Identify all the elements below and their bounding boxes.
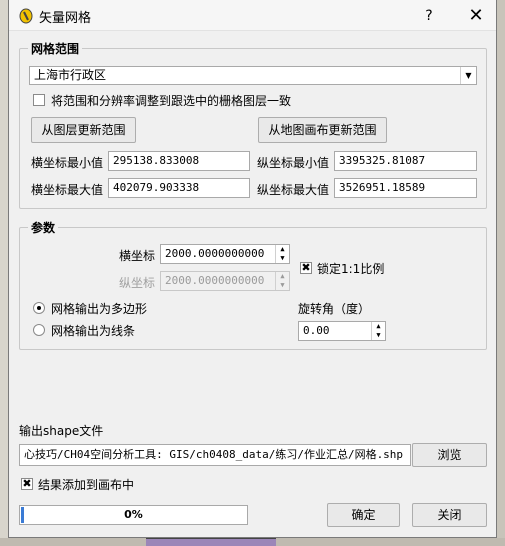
screen: 矢量网格 ? ✕ 网格范围 上海市行政区 ▼ 将范围和分辨率调整到跟选中的栅格图… (0, 0, 505, 546)
ymax-field[interactable]: 3526951.18589 (334, 178, 477, 198)
ymin-label: 纵坐标最小值 (257, 156, 330, 170)
xmax-label: 横坐标最大值 (31, 183, 104, 197)
ok-button[interactable]: 确定 (327, 503, 400, 527)
rotation-value: 0.00 (303, 324, 330, 337)
output-label: 输出shape文件 (19, 424, 104, 438)
spin-up-icon[interactable]: ▲ (372, 322, 385, 331)
extent-group-title: 网格范围 (28, 40, 83, 57)
match-raster-label: 将范围和分辨率调整到跟选中的栅格图层一致 (51, 94, 292, 108)
y-spacing-spinbox: 2000.0000000000 ▲ ▼ (160, 271, 290, 291)
progress-bar: 0% (19, 505, 248, 525)
rotation-spinbox[interactable]: 0.00 ▲ ▼ (298, 321, 386, 341)
spin-up-icon[interactable]: ▲ (276, 245, 289, 254)
update-from-layer-button[interactable]: 从图层更新范围 (31, 117, 136, 143)
x-spacing-spinbox[interactable]: 2000.0000000000 ▲ ▼ (160, 244, 290, 264)
radio-selected-dot (37, 306, 41, 310)
ymax-label: 纵坐标最大值 (257, 183, 330, 197)
x-spacing-label: 横坐标 (119, 249, 156, 263)
extent-group: 网格范围 上海市行政区 ▼ 将范围和分辨率调整到跟选中的栅格图层一致 从图层更新… (19, 40, 487, 209)
lock-ratio-checkbox[interactable]: ✖ (300, 262, 312, 274)
spin-down-icon: ▼ (280, 281, 285, 289)
layer-combo[interactable]: 上海市行政区 ▼ (29, 66, 477, 85)
xmin-label: 横坐标最小值 (31, 156, 104, 170)
update-from-canvas-button[interactable]: 从地图画布更新范围 (258, 117, 387, 143)
parameters-group-title: 参数 (28, 219, 59, 236)
output-line-radio[interactable] (33, 324, 45, 336)
spin-down-icon[interactable]: ▼ (372, 331, 385, 340)
spin-down-icon[interactable]: ▼ (276, 254, 289, 263)
xmax-field[interactable]: 402079.903338 (108, 178, 250, 198)
title-bar: 矢量网格 ? ✕ (9, 0, 496, 31)
close-dialog-button[interactable]: 关闭 (412, 503, 487, 527)
output-line-label: 网格输出为线条 (51, 324, 136, 338)
y-spacing-spin-arrows: ▲ ▼ (275, 272, 289, 290)
lock-ratio-label: 锁定1:1比例 (317, 262, 385, 276)
help-button[interactable]: ? (414, 4, 444, 28)
x-spacing-spin-arrows[interactable]: ▲ ▼ (275, 245, 289, 263)
background-left (0, 0, 8, 546)
window-title: 矢量网格 (39, 11, 92, 26)
output-polygon-radio[interactable] (33, 302, 45, 314)
parameters-group: 参数 横坐标 2000.0000000000 ▲ ▼ ✖ 锁定1:1比例 纵坐标… (19, 219, 487, 350)
add-to-canvas-checkbox[interactable]: ✖ (21, 478, 33, 490)
spin-up-icon: ▲ (280, 272, 285, 280)
y-spacing-label: 纵坐标 (119, 276, 156, 290)
ymin-field[interactable]: 3395325.81087 (334, 151, 477, 171)
match-raster-checkbox[interactable] (33, 94, 45, 106)
progress-text: 0% (124, 508, 143, 521)
qgis-app-icon (19, 8, 33, 24)
rotation-label: 旋转角（度） (298, 302, 371, 316)
browse-button[interactable]: 浏览 (412, 443, 487, 467)
output-polygon-label: 网格输出为多边形 (51, 302, 148, 316)
chevron-down-icon: ▼ (460, 67, 476, 84)
y-spacing-value: 2000.0000000000 (165, 274, 265, 287)
xmin-field[interactable]: 295138.833008 (108, 151, 250, 171)
add-to-canvas-label: 结果添加到画布中 (38, 478, 135, 492)
layer-combo-value: 上海市行政区 (34, 68, 107, 82)
rotation-spin-arrows[interactable]: ▲ ▼ (371, 322, 385, 340)
x-spacing-value: 2000.0000000000 (165, 247, 265, 260)
map-feature-fragment (146, 538, 276, 546)
background-right (497, 0, 505, 546)
output-path-field[interactable]: 心技巧/CH04空间分析工具: GIS/ch0408_data/练习/作业汇总/… (19, 444, 411, 466)
vector-grid-dialog: 矢量网格 ? ✕ 网格范围 上海市行政区 ▼ 将范围和分辨率调整到跟选中的栅格图… (8, 0, 497, 538)
close-icon[interactable]: ✕ (461, 4, 491, 28)
